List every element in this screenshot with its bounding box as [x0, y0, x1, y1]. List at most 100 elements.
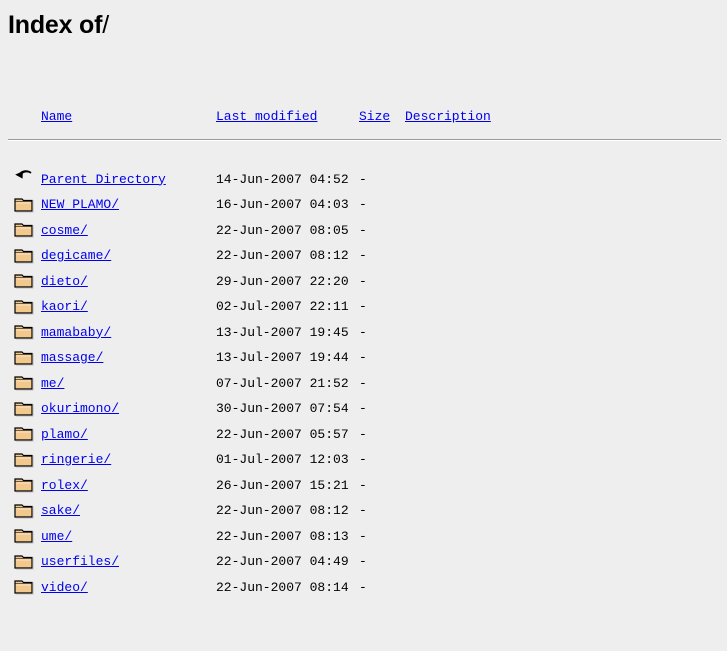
header-rule-cell — [8, 132, 721, 144]
sort-by-description-link[interactable]: Description — [405, 109, 491, 124]
row-description — [405, 498, 719, 524]
directory-table: Name Last modified Size Description Pare… — [8, 104, 721, 601]
table-row[interactable]: ume/ 22-Jun-2007 08:13 - — [8, 524, 719, 550]
row-last-modified: 29-Jun-2007 22:20 — [216, 273, 349, 289]
row-description — [405, 167, 719, 193]
table-row[interactable]: dieto/ 29-Jun-2007 22:20 - — [8, 269, 719, 295]
row-size: - — [359, 222, 367, 238]
row-size: - — [359, 477, 367, 493]
row-size: - — [359, 579, 367, 595]
table-row[interactable]: sake/ 22-Jun-2007 08:12 - — [8, 498, 719, 524]
header-icon-cell — [8, 104, 41, 132]
folder-icon — [14, 219, 34, 241]
header-size-cell: Size — [359, 104, 405, 132]
row-description — [405, 294, 719, 320]
horizontal-rule — [8, 138, 721, 141]
directory-link[interactable]: mamababy/ — [41, 325, 111, 340]
directory-link[interactable]: me/ — [41, 376, 64, 391]
row-name-cell: dieto/ — [41, 269, 216, 295]
row-size: - — [359, 528, 367, 544]
row-icon-cell — [8, 549, 41, 575]
row-icon-cell — [8, 447, 41, 473]
row-name-cell: sake/ — [41, 498, 216, 524]
directory-link[interactable]: okurimono/ — [41, 401, 119, 416]
row-size: - — [359, 350, 367, 365]
table-row[interactable]: userfiles/ 22-Jun-2007 04:49 - — [8, 549, 719, 575]
row-name-cell: plamo/ — [41, 422, 216, 448]
row-description — [405, 192, 719, 218]
folder-icon — [14, 372, 34, 394]
table-row[interactable]: NEW PLAMO/ 16-Jun-2007 04:03 - — [8, 192, 719, 218]
directory-link[interactable]: cosme/ — [41, 223, 88, 238]
directory-link[interactable]: dieto/ — [41, 274, 88, 289]
folder-icon — [14, 347, 34, 369]
sort-by-name-link[interactable]: Name — [41, 109, 72, 124]
row-icon-cell — [8, 422, 41, 448]
directory-link[interactable]: userfiles/ — [41, 554, 119, 569]
table-row[interactable]: plamo/ 22-Jun-2007 05:57 - — [8, 422, 719, 448]
row-last-modified: 26-Jun-2007 15:21 — [216, 477, 349, 493]
listing-container: Name Last modified Size Description Pare… — [8, 53, 721, 651]
row-icon-cell — [8, 575, 41, 601]
row-last-modified: 07-Jul-2007 21:52 — [216, 375, 349, 391]
row-description — [405, 243, 719, 269]
row-icon-cell — [8, 371, 41, 397]
directory-link[interactable]: rolex/ — [41, 478, 88, 493]
row-size: - — [359, 273, 367, 289]
row-name-cell: rolex/ — [41, 473, 216, 499]
row-icon-cell — [8, 294, 41, 320]
table-row[interactable]: Parent Directory 14-Jun-2007 04:52 - — [8, 167, 719, 193]
row-description — [405, 320, 719, 346]
table-row[interactable]: kaori/ 02-Jul-2007 22:11 - — [8, 294, 719, 320]
table-row[interactable]: rolex/ 26-Jun-2007 15:21 - — [8, 473, 719, 499]
folder-icon — [14, 449, 34, 471]
directory-link[interactable]: video/ — [41, 580, 88, 595]
row-size: - — [359, 503, 367, 518]
spacer-row — [8, 144, 719, 167]
table-row[interactable]: cosme/ 22-Jun-2007 08:05 - — [8, 218, 719, 244]
directory-link[interactable]: ringerie/ — [41, 452, 111, 467]
row-name-cell: okurimono/ — [41, 396, 216, 422]
sort-by-last-modified-link[interactable]: Last modified — [216, 109, 317, 124]
row-size: - — [359, 375, 367, 391]
header-name-cell: Name — [41, 104, 216, 132]
row-last-modified: 16-Jun-2007 04:03 — [216, 197, 349, 212]
folder-icon — [14, 270, 34, 292]
table-row[interactable]: mamababy/ 13-Jul-2007 19:45 - — [8, 320, 719, 346]
row-size: - — [359, 197, 367, 212]
directory-link[interactable]: plamo/ — [41, 427, 88, 442]
row-last-modified: 22-Jun-2007 08:12 — [216, 503, 349, 518]
row-last-modified: 13-Jul-2007 19:45 — [216, 324, 349, 340]
table-row[interactable]: ringerie/ 01-Jul-2007 12:03 - — [8, 447, 719, 473]
directory-link[interactable]: ume/ — [41, 529, 72, 544]
row-description — [405, 575, 719, 601]
row-description — [405, 371, 719, 397]
directory-link[interactable]: Parent Directory — [41, 172, 166, 187]
directory-link[interactable]: kaori/ — [41, 299, 88, 314]
table-row[interactable]: massage/ 13-Jul-2007 19:44 - — [8, 345, 719, 371]
row-size: - — [359, 171, 367, 187]
directory-link[interactable]: NEW PLAMO/ — [41, 197, 119, 212]
table-row[interactable]: okurimono/ 30-Jun-2007 07:54 - — [8, 396, 719, 422]
directory-link[interactable]: degicame/ — [41, 248, 111, 263]
table-row[interactable]: me/ 07-Jul-2007 21:52 - — [8, 371, 719, 397]
table-row[interactable]: video/ 22-Jun-2007 08:14 - — [8, 575, 719, 601]
row-icon-cell — [8, 243, 41, 269]
row-icon-cell — [8, 524, 41, 550]
folder-icon — [14, 576, 34, 598]
directory-link[interactable]: massage/ — [41, 350, 103, 365]
row-description — [405, 345, 719, 371]
row-icon-cell — [8, 218, 41, 244]
sort-by-size-link[interactable]: Size — [359, 109, 390, 124]
folder-icon — [14, 245, 34, 267]
row-last-modified: 22-Jun-2007 08:13 — [216, 528, 349, 544]
row-description — [405, 218, 719, 244]
row-size: - — [359, 324, 367, 340]
folder-icon — [14, 474, 34, 496]
row-last-modified: 22-Jun-2007 08:05 — [216, 222, 349, 238]
row-last-modified: 22-Jun-2007 04:49 — [216, 554, 349, 569]
table-row[interactable]: degicame/ 22-Jun-2007 08:12 - — [8, 243, 719, 269]
folder-icon — [14, 551, 34, 573]
spacer-cell — [8, 144, 719, 167]
directory-link[interactable]: sake/ — [41, 503, 80, 518]
